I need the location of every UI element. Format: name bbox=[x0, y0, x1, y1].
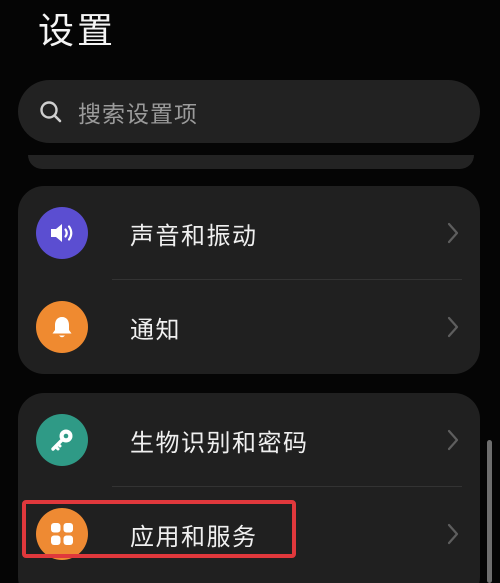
page-title: 设置 bbox=[38, 11, 117, 52]
settings-group-security-apps: 生物识别和密码 应用和服务 bbox=[18, 393, 480, 583]
chevron-right-icon bbox=[447, 222, 459, 244]
settings-item-label: 生物识别和密码 bbox=[130, 428, 309, 457]
settings-item-notifications[interactable]: 通知 bbox=[18, 280, 480, 374]
bell-icon bbox=[36, 301, 88, 353]
search-bar[interactable]: 搜索设置项 bbox=[18, 80, 480, 143]
apps-grid-icon bbox=[36, 508, 88, 560]
settings-item-label: 声音和振动 bbox=[130, 221, 258, 250]
settings-item-biometrics-password[interactable]: 生物识别和密码 bbox=[18, 393, 480, 487]
settings-item-apps-services[interactable]: 应用和服务 bbox=[18, 487, 480, 581]
previous-group-card-edge bbox=[28, 155, 474, 169]
chevron-right-icon bbox=[447, 429, 459, 451]
settings-screen: 设置 搜索设置项 声音和振动 通知 生物识别和密码 应用和服务 bbox=[0, 0, 500, 583]
settings-item-label: 通知 bbox=[130, 315, 181, 344]
chevron-right-icon bbox=[447, 316, 459, 338]
scrollbar[interactable] bbox=[487, 440, 492, 583]
search-icon bbox=[40, 100, 62, 122]
chevron-right-icon bbox=[447, 523, 459, 545]
speaker-icon bbox=[36, 207, 88, 259]
settings-item-sound-vibration[interactable]: 声音和振动 bbox=[18, 186, 480, 280]
key-icon bbox=[36, 414, 88, 466]
search-placeholder: 搜索设置项 bbox=[78, 101, 198, 128]
settings-item-label: 应用和服务 bbox=[130, 522, 258, 551]
settings-group-sound-notify: 声音和振动 通知 bbox=[18, 186, 480, 374]
